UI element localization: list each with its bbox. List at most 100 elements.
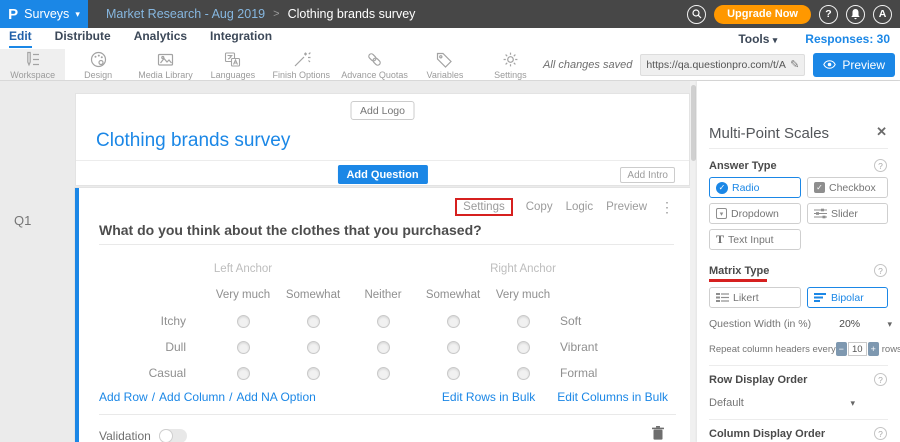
add-intro-button[interactable]: Add Intro	[620, 167, 675, 183]
question-footer: Validation	[99, 426, 664, 442]
edit-url-pencil-icon[interactable]: ✎	[790, 58, 799, 71]
toolbar-item-finish-options[interactable]: Finish Options	[266, 49, 337, 80]
notifications-button[interactable]	[846, 5, 865, 24]
dropdown-icon: ▾	[716, 208, 727, 219]
radio-button[interactable]	[377, 315, 390, 328]
add-row-link[interactable]: Add Row	[99, 390, 148, 404]
tab-integration[interactable]: Integration	[210, 29, 272, 48]
survey-url-field[interactable]: https://qa.questionpro.com/t/APNrFZfQ ✎	[640, 54, 805, 76]
help-button[interactable]: ?	[819, 5, 838, 24]
breadcrumb-folder[interactable]: Market Research - Aug 2019	[106, 7, 265, 21]
chevron-down-icon[interactable]: ▾	[887, 319, 892, 330]
toolbar-item-settings[interactable]: Settings	[478, 49, 543, 80]
text-input-icon: T	[716, 232, 724, 247]
add-logo-button[interactable]: Add Logo	[350, 101, 415, 120]
radio-button[interactable]	[447, 367, 460, 380]
radio-button[interactable]	[307, 367, 320, 380]
row-display-order-help-icon[interactable]: ?	[874, 373, 887, 386]
scrollbar-thumb[interactable]	[691, 85, 696, 161]
repeat-headers-value[interactable]: 10	[848, 342, 867, 356]
answer-type-slider-button[interactable]: Slider	[807, 203, 888, 224]
question-logic-button[interactable]: Logic	[566, 201, 594, 213]
question-preview-button[interactable]: Preview	[606, 201, 647, 213]
row-display-order-select[interactable]: Default ▾	[709, 397, 855, 409]
breadcrumb-separator-icon: >	[273, 8, 279, 20]
nav-tabs: Edit Distribute Analytics Integration	[0, 29, 272, 48]
surveys-menu[interactable]: P Surveys ▾	[0, 0, 88, 28]
repeat-headers-row: Repeat column headers every − 10 + rows.	[709, 342, 892, 356]
radio-button[interactable]	[517, 341, 530, 354]
tab-distribute[interactable]: Distribute	[55, 29, 111, 48]
answer-type-radio-button[interactable]: ✓ Radio	[709, 177, 801, 198]
decrement-button[interactable]: −	[836, 342, 847, 356]
breadcrumb-survey-title: Clothing brands survey	[288, 7, 416, 21]
matrix-type-help-icon[interactable]: ?	[874, 264, 887, 277]
question-text[interactable]: What do you think about the clothes that…	[99, 222, 482, 238]
tab-analytics[interactable]: Analytics	[134, 29, 187, 48]
increment-button[interactable]: +	[868, 342, 879, 356]
more-options-icon[interactable]: ⋮	[660, 200, 674, 214]
radio-check-icon: ✓	[716, 182, 728, 194]
radio-button[interactable]	[237, 367, 250, 380]
validation-toggle[interactable]	[159, 429, 187, 442]
toolbar-item-advance-quotas[interactable]: Advance Quotas	[337, 49, 412, 80]
repeat-headers-stepper: − 10 +	[836, 342, 879, 356]
divider	[99, 244, 674, 245]
edit-columns-in-bulk-link[interactable]: Edit Columns in Bulk	[557, 390, 668, 404]
matrix-type-bipolar-button[interactable]: Bipolar	[807, 287, 888, 308]
survey-header-card: Add Logo Clothing brands survey Add Ques…	[75, 93, 690, 186]
question-copy-button[interactable]: Copy	[526, 201, 553, 213]
radio-button[interactable]	[447, 315, 460, 328]
radio-button[interactable]	[307, 341, 320, 354]
topbar-actions: Upgrade Now ? A	[687, 5, 900, 24]
nav-right: Tools ▾ Responses: 30	[738, 32, 900, 46]
preview-button[interactable]: Preview	[813, 53, 895, 77]
toolbar-right: All changes saved https://qa.questionpro…	[543, 49, 900, 80]
close-icon[interactable]: ✕	[876, 125, 887, 138]
delete-question-button[interactable]	[652, 426, 664, 442]
radio-button[interactable]	[447, 341, 460, 354]
responses-link[interactable]: Responses: 30	[805, 32, 890, 46]
question-number: Q1	[14, 213, 31, 228]
radio-button[interactable]	[237, 315, 250, 328]
matrix-type-likert-button[interactable]: Likert	[709, 287, 801, 308]
search-icon	[692, 9, 702, 19]
validation-label: Validation	[99, 429, 151, 442]
toolbar-item-languages[interactable]: Languages	[200, 49, 265, 80]
add-question-button[interactable]: Add Question	[337, 165, 427, 184]
workspace-icon	[23, 50, 42, 69]
answer-type-dropdown-button[interactable]: ▾ Dropdown	[709, 203, 801, 224]
upgrade-now-button[interactable]: Upgrade Now	[714, 5, 811, 24]
add-column-link[interactable]: Add Column	[159, 390, 225, 404]
toolbar-item-media-library[interactable]: Media Library	[131, 49, 200, 80]
answer-type-text-input-button[interactable]: T Text Input	[709, 229, 801, 250]
radio-button[interactable]	[517, 367, 530, 380]
toolbar-item-workspace[interactable]: Workspace	[0, 49, 65, 80]
answer-type-help-icon[interactable]: ?	[874, 159, 887, 172]
search-button[interactable]	[687, 5, 706, 24]
row-display-order-label: Row Display Order	[709, 374, 807, 386]
radio-button[interactable]	[377, 367, 390, 380]
question-settings-button[interactable]: Settings	[455, 198, 513, 216]
answer-type-checkbox-button[interactable]: ✓ Checkbox	[807, 177, 888, 198]
answer-type-label: Answer Type	[709, 160, 777, 172]
tab-edit[interactable]: Edit	[9, 29, 32, 48]
toolbar-item-design[interactable]: Design	[65, 49, 130, 80]
survey-title[interactable]: Clothing brands survey	[96, 130, 290, 152]
tools-menu[interactable]: Tools ▾	[738, 32, 777, 46]
gear-icon	[501, 50, 520, 69]
row-display-order-value: Default	[709, 397, 744, 409]
radio-button[interactable]	[307, 315, 320, 328]
radio-button[interactable]	[377, 341, 390, 354]
account-avatar[interactable]: A	[873, 5, 892, 24]
add-na-option-link[interactable]: Add NA Option	[236, 390, 315, 404]
toolbar-item-variables[interactable]: Variables	[412, 49, 477, 80]
likert-icon	[716, 292, 729, 303]
matrix-edit-links: Add Row / Add Column / Add NA Option Edi…	[99, 390, 668, 404]
column-display-order-help-icon[interactable]: ?	[874, 427, 887, 440]
question-width-value[interactable]: 20%	[839, 318, 860, 330]
radio-button[interactable]	[237, 341, 250, 354]
edit-rows-in-bulk-link[interactable]: Edit Rows in Bulk	[442, 390, 535, 404]
avatar-initial: A	[879, 8, 887, 20]
radio-button[interactable]	[517, 315, 530, 328]
